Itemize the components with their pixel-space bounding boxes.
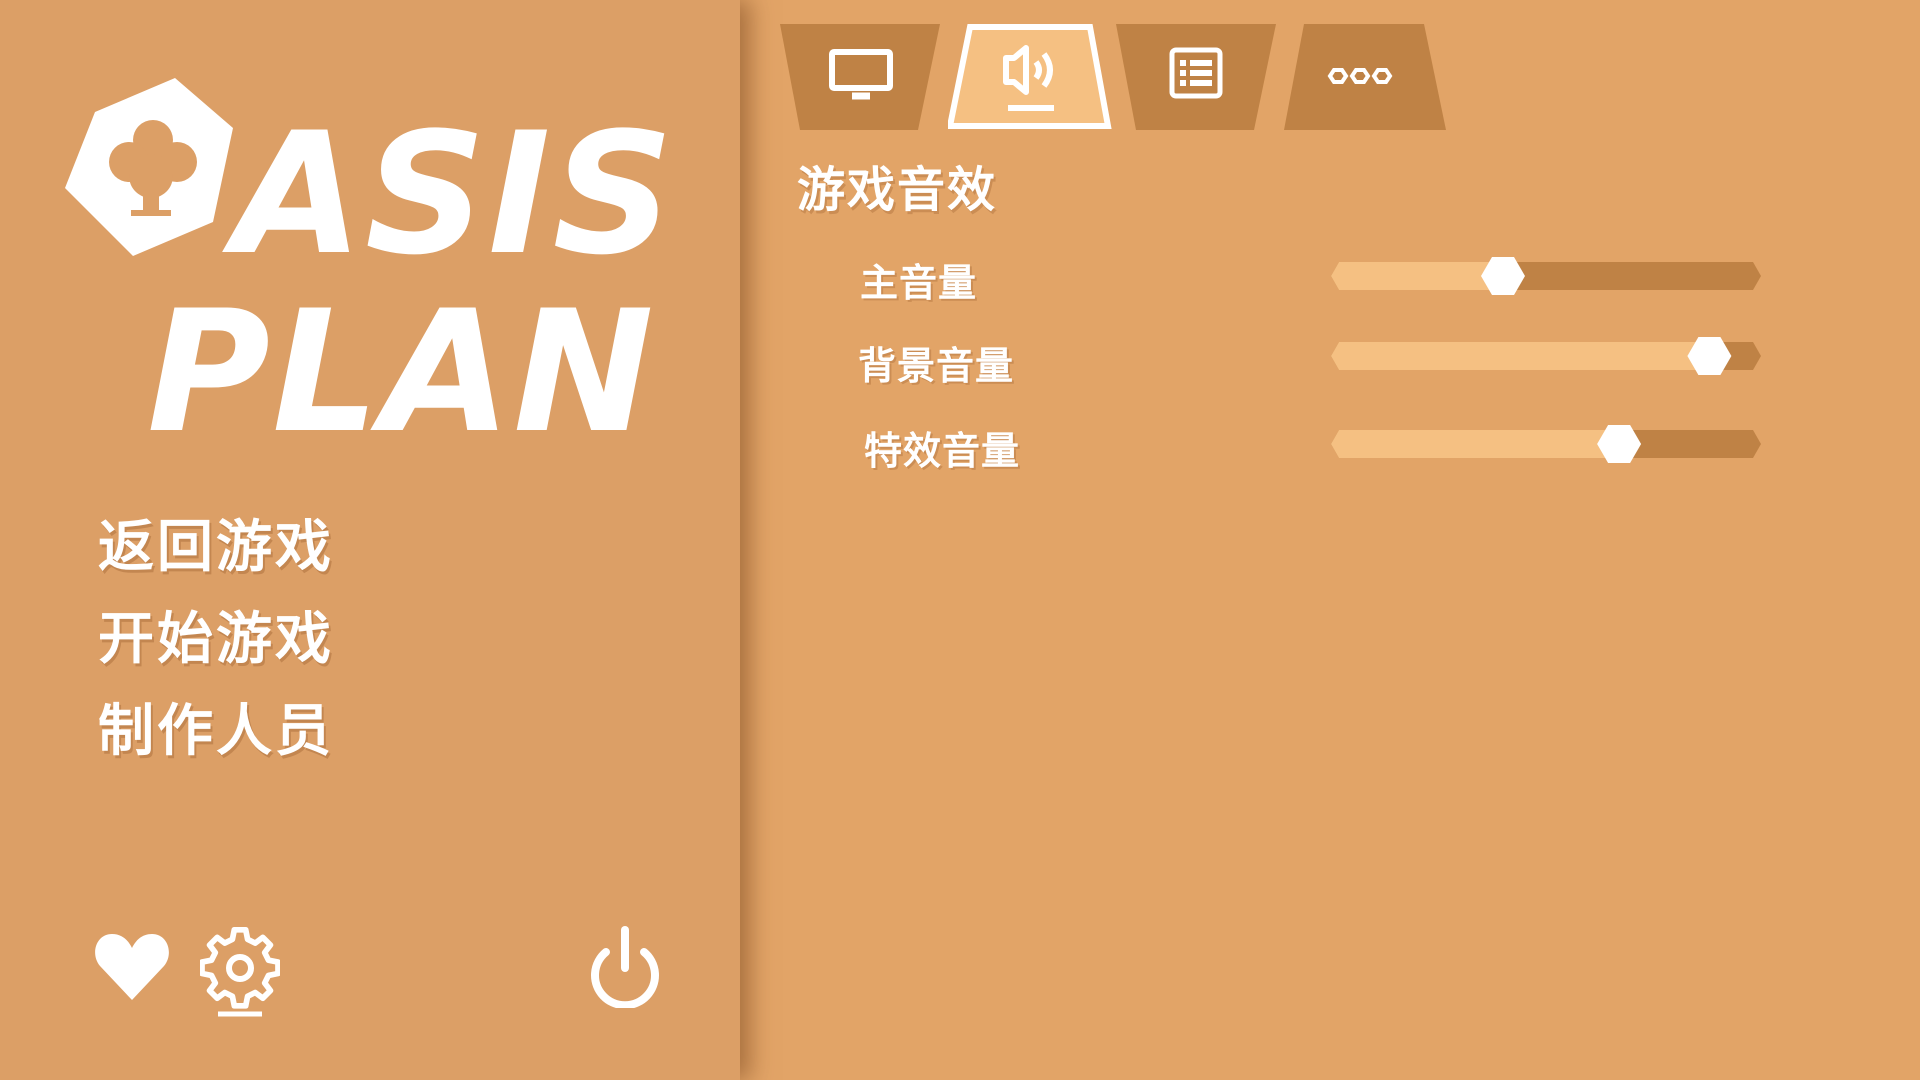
settings-panel: 游戏音效 主音量 背景音量 特效音量 xyxy=(740,0,1920,1080)
heart-icon[interactable] xyxy=(94,930,170,1002)
main-menu: 返回游戏 开始游戏 制作人员 xyxy=(98,520,334,796)
tree-hexagon-icon xyxy=(65,78,233,256)
audio-section-title: 游戏音效 xyxy=(797,162,998,218)
menu-item-resume[interactable]: 返回游戏 xyxy=(98,520,334,576)
logo-line2: PLAN xyxy=(147,274,656,450)
tab-audio[interactable] xyxy=(948,24,1114,130)
menu-item-credits[interactable]: 制作人员 xyxy=(98,704,334,760)
power-icon[interactable] xyxy=(586,924,664,1008)
master-volume-label: 主音量 xyxy=(860,261,978,305)
music-volume-label: 背景音量 xyxy=(858,344,1015,388)
slider-fill xyxy=(1331,262,1503,290)
tab-more[interactable] xyxy=(1284,24,1450,130)
gear-icon[interactable] xyxy=(200,926,280,1018)
tab-controls[interactable] xyxy=(1116,24,1282,130)
effects-volume-slider[interactable] xyxy=(1323,424,1769,464)
main-menu-panel: ASIS PLAN 返回游戏 开始游戏 制作人员 xyxy=(0,0,740,1080)
slider-fill xyxy=(1331,342,1710,370)
effects-volume-label: 特效音量 xyxy=(864,429,1021,473)
settings-tabs xyxy=(780,24,1480,130)
logo-line1: ASIS xyxy=(222,96,676,292)
game-logo: ASIS PLAN xyxy=(65,78,676,450)
music-volume-slider[interactable] xyxy=(1323,336,1769,376)
master-volume-slider[interactable] xyxy=(1323,256,1769,296)
slider-fill xyxy=(1331,430,1620,458)
tab-display[interactable] xyxy=(780,24,946,130)
menu-item-start[interactable]: 开始游戏 xyxy=(98,612,334,668)
